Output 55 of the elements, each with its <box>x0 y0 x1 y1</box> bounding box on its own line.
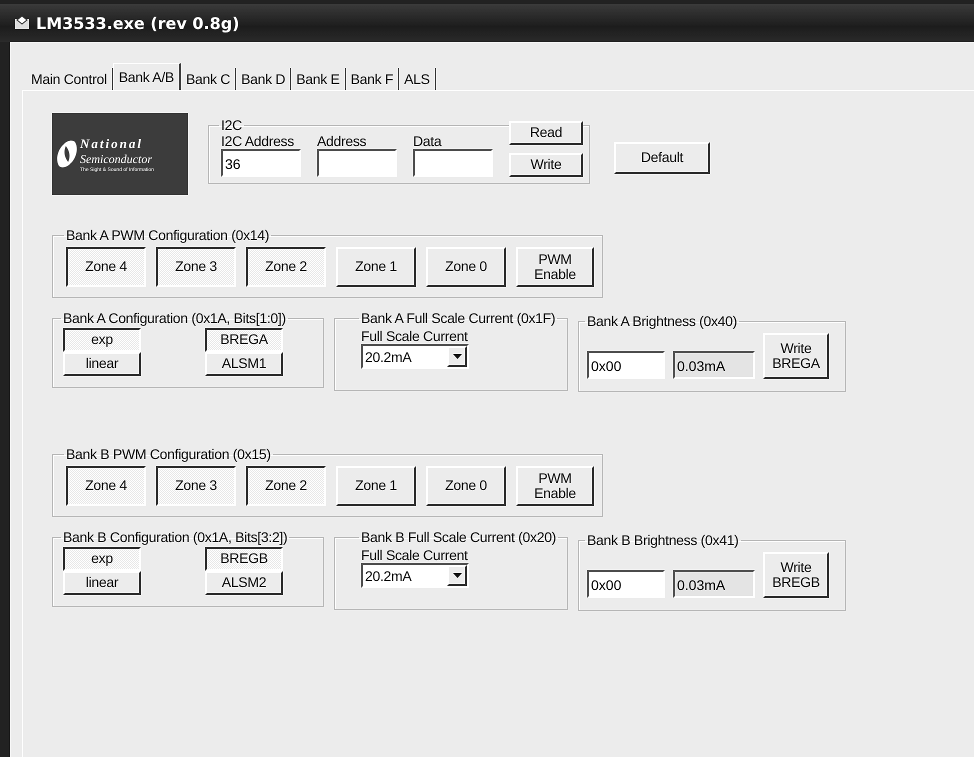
logo-text: National <box>80 136 144 152</box>
zone-toggle[interactable]: Zone 4 <box>66 247 146 287</box>
mode-toggle[interactable]: exp <box>63 328 141 352</box>
current-readout[interactable]: 0.03mA <box>673 570 755 598</box>
zone-toggle[interactable]: Zone 1 <box>336 247 416 287</box>
zone-toggle[interactable]: PWM Enable <box>516 466 594 506</box>
source-toggle[interactable]: BREGB <box>205 547 283 571</box>
zone-toggle[interactable]: Zone 4 <box>66 466 146 506</box>
source-toggle[interactable]: BREGA <box>205 328 283 352</box>
zone-toggle[interactable]: Zone 0 <box>426 466 506 506</box>
window-title: LM3533.exe (rev 0.8g) <box>36 14 240 32</box>
write-button[interactable]: Write BREGA <box>763 333 829 379</box>
input-field[interactable] <box>413 149 493 177</box>
zone-toggle[interactable]: Zone 1 <box>336 466 416 506</box>
mode-toggle[interactable]: linear <box>63 352 141 376</box>
field-label: Full Scale Current <box>361 328 469 344</box>
zone-toggle[interactable]: Zone 3 <box>156 247 236 287</box>
mode-toggle[interactable]: linear <box>63 571 141 595</box>
i2c-button[interactable]: Read <box>509 121 583 145</box>
source-toggle[interactable]: ALSM2 <box>205 571 283 595</box>
source-toggle[interactable]: ALSM1 <box>205 352 283 376</box>
app-icon <box>14 16 30 30</box>
group-title: Bank A PWM Configuration (0x14) <box>65 227 270 243</box>
input-field[interactable] <box>317 149 397 177</box>
current-dropdown[interactable]: 20.2mA <box>361 563 469 588</box>
zone-toggle[interactable]: Zone 2 <box>246 466 326 506</box>
brightness-field[interactable]: 0x00 <box>587 570 665 598</box>
input-field[interactable]: 36 <box>221 149 301 177</box>
tab[interactable]: Bank F <box>346 68 400 90</box>
write-button[interactable]: Write BREGB <box>763 552 829 598</box>
current-dropdown[interactable]: 20.2mA <box>361 344 469 369</box>
group-title: Bank B PWM Configuration (0x15) <box>65 446 272 462</box>
brightness-field[interactable]: 0x00 <box>587 351 665 379</box>
field-label: Address <box>317 133 368 149</box>
group-title: Bank B Brightness (0x41) <box>586 532 740 548</box>
mode-toggle[interactable]: exp <box>63 547 141 571</box>
zone-toggle[interactable]: PWM Enable <box>516 247 594 287</box>
tab[interactable]: Bank A/B <box>112 63 181 90</box>
group-title: Bank B Full Scale Current (0x20) <box>360 529 558 545</box>
field-label: Data <box>413 133 443 149</box>
field-label: I2C Address <box>221 133 295 149</box>
group-title: Bank A Configuration (0x1A, Bits[1:0]) <box>62 310 287 326</box>
group-title: Bank A Brightness (0x40) <box>586 313 738 329</box>
default-button[interactable]: Default <box>614 142 710 174</box>
group-title: Bank A Full Scale Current (0x1F) <box>360 310 556 326</box>
logo-mark-icon <box>56 140 78 168</box>
current-readout[interactable]: 0.03mA <box>673 351 755 379</box>
zone-toggle[interactable]: Zone 0 <box>426 247 506 287</box>
zone-toggle[interactable]: Zone 3 <box>156 466 236 506</box>
group-title: I2C <box>220 117 243 133</box>
logo-text: Semiconductor <box>80 152 153 166</box>
field-label: Full Scale Current <box>361 547 469 563</box>
group-title: Bank B Configuration (0x1A, Bits[3:2]) <box>62 529 288 545</box>
zone-toggle[interactable]: Zone 2 <box>246 247 326 287</box>
i2c-button[interactable]: Write <box>509 153 583 177</box>
